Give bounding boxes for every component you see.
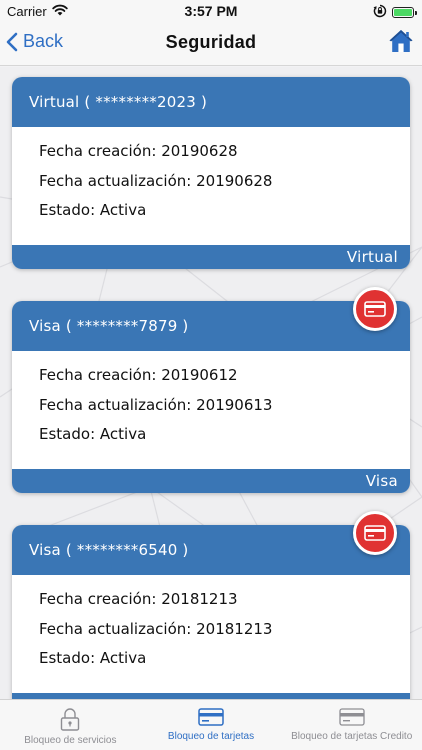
- tab-credit-card-block[interactable]: Bloqueo de tarjetas Credito: [281, 700, 422, 750]
- update-date-label: Fecha actualización:: [39, 619, 192, 638]
- tab-label: Bloqueo de tarjetas Credito: [291, 731, 413, 742]
- navigation-bar: Back Seguridad: [0, 22, 422, 66]
- block-card-button[interactable]: [353, 287, 397, 331]
- status-label: Estado:: [39, 649, 96, 667]
- update-date-label: Fecha actualización:: [39, 171, 192, 190]
- status-time: 3:57 PM: [184, 3, 238, 19]
- creation-date-row: Fecha creación: 20190612: [39, 365, 410, 395]
- creation-date-value: 20190612: [161, 366, 238, 384]
- update-date-row: Fecha actualización: 20190613: [39, 395, 410, 425]
- update-date-value: 20190613: [196, 395, 273, 414]
- update-date-label: Fecha actualización:: [39, 395, 192, 414]
- status-row: Estado: Activa: [39, 424, 410, 454]
- credit-card-icon: [339, 708, 365, 726]
- card-header: Visa ( ********7879 ): [12, 301, 410, 351]
- card-details: Fecha creación: 20190628 Fecha actualiza…: [12, 127, 410, 230]
- card-type-footer: Virtual: [12, 245, 410, 269]
- creation-date-value: 20190628: [161, 142, 238, 160]
- card-visa-6540[interactable]: Visa ( ********6540 ) Fecha creación: 20…: [12, 525, 410, 699]
- status-row: Estado: Activa: [39, 648, 410, 678]
- creation-date-row: Fecha creación: 20181213: [39, 589, 410, 619]
- creation-date-label: Fecha creación:: [39, 142, 157, 160]
- creation-date-row: Fecha creación: 20190628: [39, 141, 410, 171]
- tab-service-block[interactable]: Bloqueo de servicios: [0, 700, 141, 750]
- status-value: Activa: [99, 425, 147, 443]
- home-button[interactable]: [388, 28, 414, 58]
- card-details: Fecha creación: 20181213 Fecha actualiza…: [12, 575, 410, 678]
- status-row: Estado: Activa: [39, 200, 410, 230]
- creation-date-label: Fecha creación:: [39, 366, 157, 384]
- status-label: Estado:: [39, 425, 96, 443]
- home-icon: [389, 30, 413, 52]
- lock-icon: [61, 708, 80, 731]
- credit-card-icon: [364, 525, 386, 541]
- card-virtual-2023[interactable]: Virtual ( ********2023 ) Fecha creación:…: [12, 77, 410, 269]
- update-date-row: Fecha actualización: 20181213: [39, 619, 410, 649]
- update-date-row: Fecha actualización: 20190628: [39, 171, 410, 201]
- battery-level: [394, 9, 412, 16]
- status-bar: Carrier 3:57 PM: [0, 0, 422, 22]
- creation-date-value: 20181213: [161, 590, 238, 608]
- update-date-value: 20190628: [196, 171, 273, 190]
- status-right: [373, 4, 417, 21]
- credit-card-icon: [364, 301, 386, 317]
- card-header: Visa ( ********6540 ): [12, 525, 410, 575]
- battery-icon: [392, 7, 417, 18]
- status-value: Activa: [99, 649, 147, 667]
- tab-label: Bloqueo de tarjetas: [167, 731, 255, 742]
- status-label: Estado:: [39, 201, 96, 219]
- card-header: Virtual ( ********2023 ): [12, 77, 410, 127]
- status-value: Activa: [99, 201, 147, 219]
- update-date-value: 20181213: [196, 619, 273, 638]
- card-type-footer: Visa: [12, 469, 410, 493]
- orientation-lock-icon: [373, 4, 387, 21]
- card-details: Fecha creación: 20190612 Fecha actualiza…: [12, 351, 410, 454]
- tab-card-block[interactable]: Bloqueo de tarjetas: [141, 700, 282, 750]
- block-card-button[interactable]: [353, 511, 397, 555]
- page-title: Seguridad: [165, 32, 257, 52]
- tab-bar: Bloqueo de servicios Bloqueo de tarjetas…: [0, 699, 422, 750]
- creation-date-label: Fecha creación:: [39, 590, 157, 608]
- credit-card-icon: [198, 708, 224, 726]
- cards-list[interactable]: Virtual ( ********2023 ) Fecha creación:…: [0, 67, 422, 699]
- tab-label: Bloqueo de servicios: [24, 735, 117, 746]
- card-visa-7879[interactable]: Visa ( ********7879 ) Fecha creación: 20…: [12, 301, 410, 493]
